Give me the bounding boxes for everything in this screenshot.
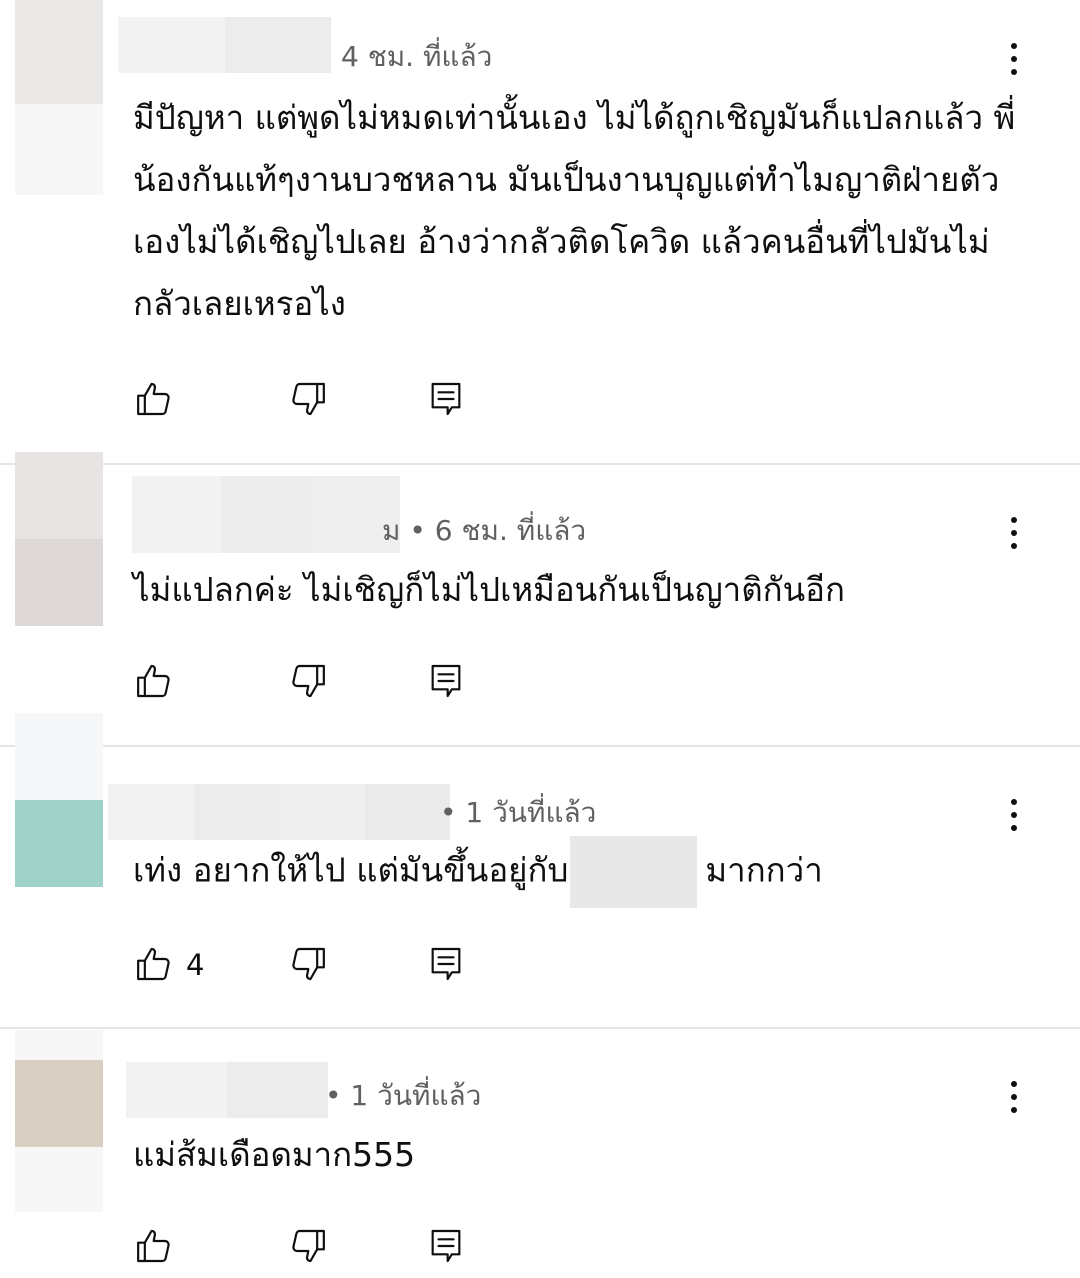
thumb-down-icon: [292, 947, 325, 981]
thumb-down-icon: [292, 1229, 325, 1263]
like-button[interactable]: [134, 1226, 174, 1266]
username-redacted: [108, 784, 450, 840]
comment-text-part: เท่ง อยากให้ไป แต่มันขึ้นอยู่กับ: [133, 850, 569, 890]
like-button[interactable]: [134, 379, 174, 419]
more-options-button[interactable]: [996, 511, 1032, 555]
dislike-button[interactable]: [288, 379, 328, 419]
comment-timestamp: 4 ชม. ที่แล้ว: [341, 40, 493, 73]
avatar[interactable]: [15, 0, 103, 195]
reply-button[interactable]: [426, 661, 466, 701]
comment-1: 4 ชม. ที่แล้ว มีปัญหา แต่พูดไม่หมดเท่านั…: [0, 0, 1080, 455]
reply-button[interactable]: [426, 379, 466, 419]
avatar[interactable]: [15, 713, 103, 887]
like-button[interactable]: [134, 944, 174, 984]
comment-text: ไม่แปลกค่ะ ไม่เชิญก็ไม่ไปเหมือนกันเป็นญา…: [133, 570, 845, 609]
dislike-button[interactable]: [288, 661, 328, 701]
more-options-button[interactable]: [996, 793, 1032, 837]
reply-comment-icon: [431, 947, 461, 981]
thumb-up-icon: [137, 382, 170, 416]
thumb-up-icon: [137, 1229, 170, 1263]
thumb-down-icon: [292, 382, 325, 416]
like-button[interactable]: [134, 661, 174, 701]
reply-comment-icon: [431, 382, 461, 416]
username-redacted: [118, 17, 331, 73]
thumb-down-icon: [292, 664, 325, 698]
comment-text-part: มากกว่า: [705, 850, 823, 890]
username-redacted: [132, 476, 400, 553]
redacted-name: [570, 836, 698, 908]
avatar[interactable]: [15, 452, 103, 626]
comment-4: • 1 วันที่แล้ว แม่ส้มเดือดมาก555: [0, 1030, 1080, 1278]
comment-2: ม • 6 ชม. ที่แล้ว ไม่แปลกค่ะ ไม่เชิญก็ไม…: [0, 452, 1080, 742]
username-redacted: [126, 1062, 328, 1118]
comment-timestamp: • 1 วันที่แล้ว: [325, 1079, 482, 1112]
comment-text: แม่ส้มเดือดมาก555: [133, 1135, 416, 1174]
comment-timestamp: • 1 วันที่แล้ว: [440, 796, 597, 829]
dislike-button[interactable]: [288, 1226, 328, 1266]
comment-text: มีปัญหา แต่พูดไม่หมดเท่านั้นเอง ไม่ได้ถู…: [133, 98, 1016, 323]
thumb-up-icon: [137, 664, 170, 698]
comment-3: • 1 วันที่แล้ว เท่ง อยากให้ไป แต่มันขึ้น…: [0, 713, 1080, 1013]
like-count: 4: [186, 948, 205, 982]
comment-timestamp: ม • 6 ชม. ที่แล้ว: [382, 514, 587, 547]
more-options-button[interactable]: [996, 1075, 1032, 1119]
comment-divider: [0, 1027, 1080, 1029]
comment-text: เท่ง อยากให้ไป แต่มันขึ้นอยู่กับ มากกว่า: [133, 836, 1038, 908]
reply-button[interactable]: [426, 944, 466, 984]
reply-comment-icon: [431, 1229, 461, 1263]
thumb-up-icon: [137, 947, 170, 981]
reply-button[interactable]: [426, 1226, 466, 1266]
more-options-button[interactable]: [996, 37, 1032, 81]
dislike-button[interactable]: [288, 944, 328, 984]
avatar[interactable]: [15, 1030, 103, 1212]
reply-comment-icon: [431, 664, 461, 698]
